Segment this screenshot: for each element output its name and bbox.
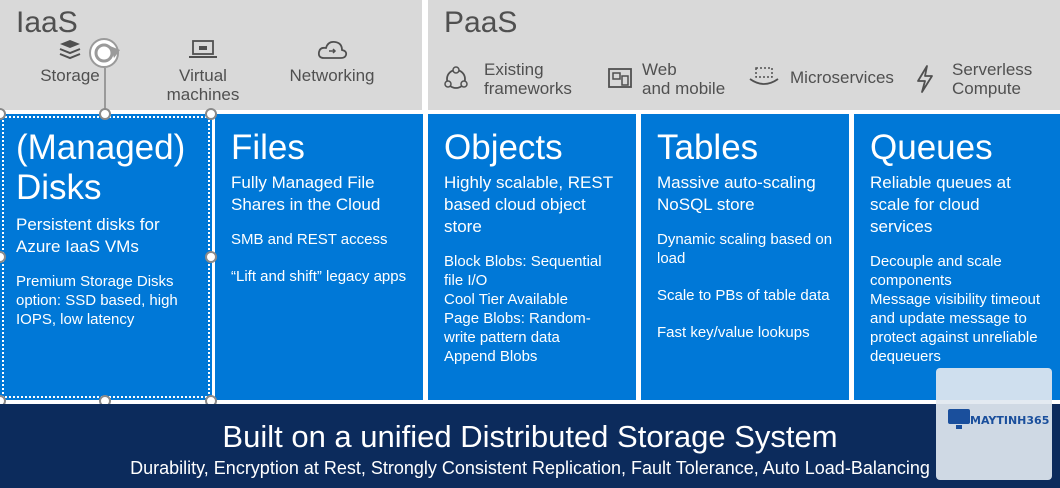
card-body-text: SMB and REST access <box>231 231 388 248</box>
card-body-text: Decouple and scale components Message vi… <box>870 253 1041 365</box>
microservices-icon <box>749 67 779 85</box>
card-body-text: “Lift and shift” legacy apps <box>231 268 407 285</box>
paas-header: PaaS Existing frameworks Web and mobile … <box>428 0 1060 110</box>
footer-title: Built on a unified Distributed Storage S… <box>222 419 838 454</box>
card-subtitle: Highly scalable, REST based cloud object… <box>444 173 613 236</box>
card-title: (Managed) Disks <box>16 128 186 207</box>
laptop-icon <box>189 40 217 58</box>
paas-item-existing-frameworks: Existing frameworks <box>442 60 572 98</box>
iaas-title: IaaS <box>16 6 78 39</box>
rotate-handle-icon[interactable] <box>86 36 134 72</box>
card-title: Tables <box>657 128 759 167</box>
iaas-item-label: Virtual machines <box>166 66 240 104</box>
card-subtitle: Persistent disks for Azure IaaS VMs <box>16 215 160 256</box>
storage-stack-icon <box>59 40 81 60</box>
card-body-text: Block Blobs: Sequential file I/O Cool Ti… <box>444 253 602 365</box>
web-mobile-icon <box>608 68 632 88</box>
card-queues: Queues Reliable queues at scale for clou… <box>854 114 1060 400</box>
paas-item-web-mobile: Web and mobile <box>606 60 725 98</box>
card-subtitle: Fully Managed File Shares in the Cloud <box>231 173 381 214</box>
monitor-logo-icon <box>948 409 970 429</box>
card-title: Queues <box>870 128 993 167</box>
paas-item-label: Serverless Compute <box>952 60 1033 98</box>
card-managed-disks[interactable]: (Managed) Disks Persistent disks for Azu… <box>0 114 212 400</box>
card-files: Files Fully Managed File Shares in the C… <box>215 114 423 400</box>
resize-handle-top-right[interactable] <box>205 108 217 120</box>
iaas-item-virtual-machines: Virtual machines <box>158 38 248 104</box>
paas-item-label: Microservices <box>790 67 894 87</box>
rotate-handle-line <box>104 68 106 112</box>
card-body-text: Scale to PBs of table data <box>657 287 830 304</box>
cloud-network-icon <box>317 40 348 59</box>
card-subtitle: Reliable queues at scale for cloud servi… <box>870 173 1011 236</box>
footer-subtitle: Durability, Encryption at Rest, Strongly… <box>130 458 930 478</box>
watermark-logo: MAYTINH365 <box>936 368 1052 480</box>
iaas-item-networking: Networking <box>282 38 382 85</box>
resize-handle-top[interactable] <box>99 108 111 120</box>
card-body-text: Dynamic scaling based on load <box>657 231 833 267</box>
card-title: Objects <box>444 128 563 167</box>
footer-banner: Built on a unified Distributed Storage S… <box>0 404 1060 488</box>
card-objects: Objects Highly scalable, REST based clou… <box>428 114 636 400</box>
lightning-icon <box>917 65 933 93</box>
resize-handle-right[interactable] <box>205 251 217 263</box>
paas-item-microservices: Microservices <box>748 65 894 89</box>
iaas-item-label: Networking <box>289 66 375 85</box>
frameworks-icon <box>444 66 468 89</box>
card-body-text: Premium Storage Disks option: SSD based,… <box>16 273 178 328</box>
paas-item-serverless: Serverless Compute <box>914 60 1032 98</box>
card-title: Files <box>231 128 305 167</box>
iaas-header: IaaS Storage Virtual machines Networking <box>0 0 422 112</box>
watermark-text: MAYTINH365 <box>970 414 1050 427</box>
paas-title: PaaS <box>444 6 518 39</box>
card-tables: Tables Massive auto-scaling NoSQL store … <box>641 114 849 400</box>
paas-item-label: Existing frameworks <box>484 60 572 98</box>
card-body-text: Fast key/value lookups <box>657 324 810 341</box>
paas-item-label: Web and mobile <box>642 60 726 98</box>
card-subtitle: Massive auto-scaling NoSQL store <box>657 173 816 214</box>
